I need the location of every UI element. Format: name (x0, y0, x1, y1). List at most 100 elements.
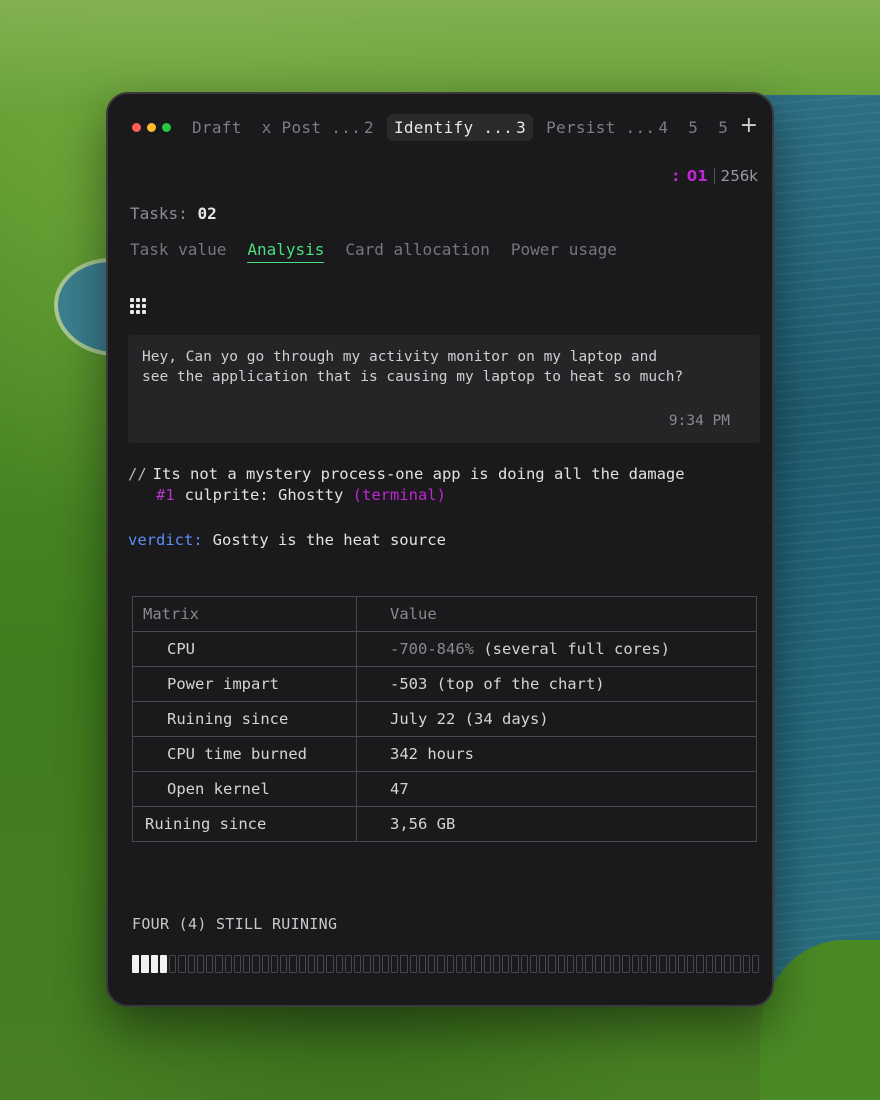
process-status-label: FOUR (4) STILL RUINING (132, 915, 338, 933)
row-value: -700-846% (several full cores) (356, 631, 757, 667)
progress-segment (613, 955, 621, 973)
progress-segment (289, 955, 297, 973)
progress-segment (280, 955, 288, 973)
progress-segment (548, 955, 556, 973)
progress-segment (650, 955, 658, 973)
progress-segment (159, 955, 167, 973)
tab-5-second[interactable]: 5 (711, 114, 735, 141)
progress-segment (446, 955, 454, 973)
progress-segment (261, 955, 269, 973)
table-row: Open kernel 47 (132, 771, 757, 807)
message-line: see the application that is causing my l… (142, 369, 684, 385)
user-message: Hey, Can yo go through my activity monit… (128, 335, 760, 443)
progress-segment (196, 955, 204, 973)
progress-segment (455, 955, 463, 973)
tab-number: 2 (364, 117, 374, 137)
progress-segment (428, 955, 436, 973)
row-key: CPU (132, 631, 357, 667)
subtab-card-allocation[interactable]: Card allocation (345, 240, 490, 263)
progress-segment (733, 955, 741, 973)
progress-segment (566, 955, 574, 973)
subtab-power-usage[interactable]: Power usage (511, 240, 617, 263)
tasks-value: 02 (197, 204, 217, 223)
view-tabs: Task value Analysis Card allocation Powe… (130, 240, 617, 263)
terminal-window: Draft x Post ... 2 Identify ... 3 Persist … (106, 92, 774, 1007)
row-value: 47 (356, 771, 757, 807)
progress-segment (150, 955, 158, 973)
row-value-dim: -700-846% (390, 640, 474, 658)
subtab-analysis[interactable]: Analysis (247, 240, 325, 263)
column-header-value: Value (356, 596, 757, 632)
progress-segment (465, 955, 473, 973)
progress-segment (335, 955, 343, 973)
row-value: -503 (top of the chart) (356, 666, 757, 702)
reply-text: Its not a mystery process-one app is doi… (152, 465, 685, 483)
progress-segment (437, 955, 445, 973)
verdict-line: verdict: Gostty is the heat source (128, 531, 446, 549)
progress-segment (529, 955, 537, 973)
tab-identify[interactable]: Identify ... 3 (386, 113, 534, 141)
close-window-button[interactable] (132, 122, 141, 132)
progress-segment (418, 955, 426, 973)
tab-label: Draft (192, 117, 242, 137)
progress-segment (372, 955, 380, 973)
tab-label: x Post ... (261, 117, 361, 137)
progress-segment (696, 955, 704, 973)
tab-draft[interactable]: Draft (185, 114, 249, 141)
row-key: Power impart (132, 666, 357, 702)
progress-segment (511, 955, 519, 973)
table-row: Power impart -503 (top of the chart) (132, 666, 757, 702)
table-row: CPU time burned 342 hours (132, 736, 757, 772)
progress-segment (585, 955, 593, 973)
progress-segment (668, 955, 676, 973)
status-divider (713, 168, 715, 184)
matrix-table: Matrix Value CPU -700-846% (several full… (132, 596, 757, 842)
progress-segment (409, 955, 417, 973)
row-key: Ruining since (132, 806, 357, 842)
tab-label: 5 (688, 117, 699, 137)
progress-segment (344, 955, 352, 973)
culprit-label: culprite: Ghostty (184, 486, 344, 504)
progress-segment (178, 955, 186, 973)
minimize-window-button[interactable] (147, 122, 156, 132)
progress-segment (215, 955, 223, 973)
culprit-tag: (terminal) (352, 486, 446, 504)
progress-segment (187, 955, 195, 973)
status-indicator: : 01 256k (673, 167, 758, 185)
progress-segment (724, 955, 732, 973)
row-key: CPU time burned (132, 736, 357, 772)
progress-segment (483, 955, 491, 973)
comment-prefix: // (128, 465, 147, 483)
verdict-value: Gostty is the heat source (212, 531, 446, 549)
zoom-window-button[interactable] (162, 122, 171, 132)
progress-segment (631, 955, 639, 973)
progress-segment (603, 955, 611, 973)
progress-segment (622, 955, 630, 973)
progress-segment (659, 955, 667, 973)
message-timestamp: 9:34 PM (668, 413, 730, 429)
progress-segment (381, 955, 389, 973)
tab-5[interactable]: 5 (681, 114, 705, 141)
progress-segment (492, 955, 500, 973)
progress-segment (224, 955, 232, 973)
progress-segment (298, 955, 306, 973)
progress-segment (705, 955, 713, 973)
subtab-task-value[interactable]: Task value (130, 240, 226, 263)
tab-persist[interactable]: Persist ... 4 (539, 114, 675, 141)
tasks-counter: Tasks: 02 (130, 204, 217, 223)
progress-segment (391, 955, 399, 973)
tab-label: Persist ... (546, 117, 656, 137)
tab-post[interactable]: x Post ... 2 (255, 114, 381, 141)
table-row: CPU -700-846% (several full cores) (132, 631, 757, 667)
row-value-text: (several full cores) (483, 640, 670, 658)
grid-icon[interactable] (130, 298, 146, 314)
progress-segment (141, 955, 149, 973)
new-tab-button[interactable]: + (740, 113, 758, 139)
progress-segment (307, 955, 315, 973)
culprit-rank: #1 (156, 486, 175, 504)
progress-segment (539, 955, 547, 973)
progress-segment (326, 955, 334, 973)
row-value: 3,56 GB (356, 806, 757, 842)
table-header-row: Matrix Value (132, 596, 757, 632)
row-key: Ruining since (132, 701, 357, 737)
